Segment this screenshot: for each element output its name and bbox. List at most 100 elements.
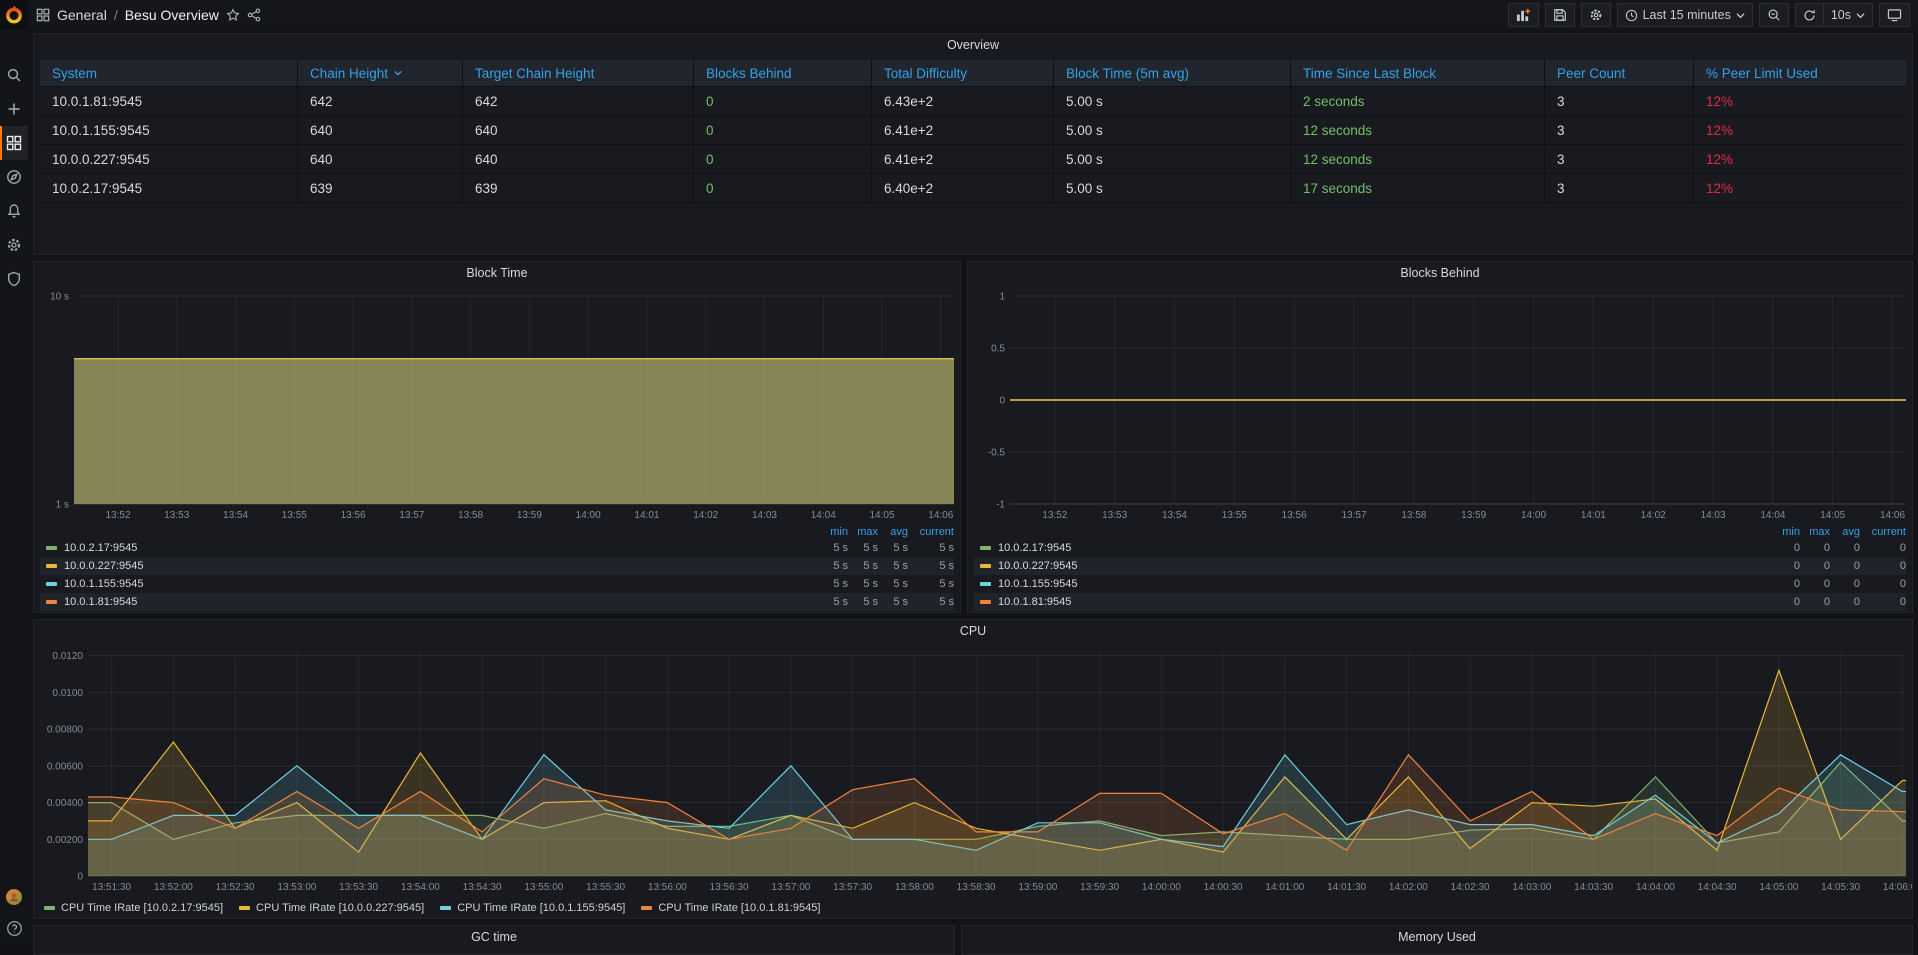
legend-stat-value: 5 s <box>818 596 848 608</box>
svg-text:13:57: 13:57 <box>399 510 424 521</box>
panel-overview-title[interactable]: Overview <box>34 34 1912 56</box>
breadcrumb-dashboard-title[interactable]: Besu Overview <box>125 7 219 23</box>
column-header-system[interactable]: System <box>40 60 298 87</box>
legend-stat-header-min[interactable]: min <box>1770 526 1800 538</box>
sidebar-item-configuration[interactable] <box>0 228 28 262</box>
panel-cpu-title[interactable]: CPU <box>34 620 1912 642</box>
legend-series-10.0.1.81:9545[interactable]: 10.0.1.81:9545 <box>46 596 818 608</box>
svg-text:13:59:30: 13:59:30 <box>1080 882 1119 893</box>
table-cell: 639 <box>463 174 694 203</box>
cycle-view-mode-button[interactable] <box>1879 3 1910 27</box>
legend-stat-value: 5 s <box>908 596 954 608</box>
grafana-logo[interactable] <box>0 0 28 30</box>
time-range-picker[interactable]: Last 15 minutes <box>1617 3 1753 27</box>
save-dashboard-button[interactable] <box>1545 3 1575 27</box>
sidebar-item-server-admin[interactable] <box>0 262 28 296</box>
table-cell: 5.00 s <box>1054 87 1291 116</box>
save-icon <box>1553 8 1567 22</box>
panel-memory-used-title[interactable]: Memory Used <box>962 926 1912 948</box>
legend-item-10.0.1.155:9545[interactable]: CPU Time IRate [10.0.1.155:9545] <box>440 902 625 914</box>
sidebar-item-alerting[interactable] <box>0 194 28 228</box>
svg-text:13:55: 13:55 <box>282 510 307 521</box>
refresh-interval-dropdown[interactable]: 10s <box>1823 3 1873 27</box>
table-cell: 0 <box>694 145 872 174</box>
plus-icon <box>6 101 22 117</box>
cpu-chart[interactable]: 00.002000.004000.006000.008000.01000.012… <box>34 642 1912 899</box>
column-header-peer-count[interactable]: Peer Count <box>1545 60 1694 87</box>
table-cell: 640 <box>463 116 694 145</box>
svg-text:13:57:30: 13:57:30 <box>833 882 872 893</box>
legend-stat-header-max[interactable]: max <box>1800 526 1830 538</box>
block-time-chart[interactable]: 10 s1 s13:5213:5313:5413:5513:5613:5713:… <box>34 284 960 527</box>
share-icon[interactable] <box>247 8 261 22</box>
svg-text:0.00800: 0.00800 <box>47 725 84 736</box>
legend-stat-header-current[interactable]: current <box>908 526 954 538</box>
legend-stat-header-current[interactable]: current <box>1860 526 1906 538</box>
svg-text:0.0100: 0.0100 <box>52 688 83 699</box>
panel-gc-time-title[interactable]: GC time <box>34 926 954 948</box>
zoom-out-button[interactable] <box>1759 3 1789 27</box>
legend-series-10.0.0.227:9545[interactable]: 10.0.0.227:9545 <box>46 560 818 572</box>
settings-gear-icon <box>1589 8 1603 22</box>
legend-stat-value: 0 <box>1830 578 1860 590</box>
legend-item-10.0.1.81:9545[interactable]: CPU Time IRate [10.0.1.81:9545] <box>641 902 820 914</box>
legend-row: 10.0.1.155:95450000 <box>974 575 1906 593</box>
svg-text:13:53:00: 13:53:00 <box>277 882 316 893</box>
legend-series-10.0.2.17:9545[interactable]: 10.0.2.17:9545 <box>46 542 818 554</box>
legend-series-10.0.1.81:9545[interactable]: 10.0.1.81:9545 <box>980 596 1770 608</box>
legend-series-10.0.1.155:9545[interactable]: 10.0.1.155:9545 <box>46 578 818 590</box>
svg-text:14:02:30: 14:02:30 <box>1451 882 1490 893</box>
legend-series-10.0.0.227:9545[interactable]: 10.0.0.227:9545 <box>980 560 1770 572</box>
refresh-picker: 10s <box>1795 3 1873 27</box>
legend-stat-header-avg[interactable]: avg <box>878 526 908 538</box>
svg-text:14:02:00: 14:02:00 <box>1389 882 1428 893</box>
sidebar-item-explore[interactable] <box>0 160 28 194</box>
svg-text:0.0120: 0.0120 <box>52 651 83 662</box>
column-header--peer-limit-used[interactable]: % Peer Limit Used <box>1694 60 1906 87</box>
column-header-blocks-behind[interactable]: Blocks Behind <box>694 60 872 87</box>
legend-item-10.0.0.227:9545[interactable]: CPU Time IRate [10.0.0.227:9545] <box>239 902 424 914</box>
panel-block-time-title[interactable]: Block Time <box>34 262 960 284</box>
series-color-swatch <box>980 564 991 568</box>
sidebar-item-search[interactable] <box>0 58 28 92</box>
column-header-target-chain-height[interactable]: Target Chain Height <box>463 60 694 87</box>
svg-text:13:54: 13:54 <box>1162 510 1187 521</box>
svg-text:14:01: 14:01 <box>1581 510 1606 521</box>
avatar-icon <box>5 888 23 906</box>
svg-text:14:03: 14:03 <box>752 510 777 521</box>
svg-text:13:52: 13:52 <box>105 510 130 521</box>
clock-icon <box>1625 9 1638 22</box>
series-color-swatch <box>46 582 57 586</box>
blocks-behind-chart[interactable]: 10.50-0.5-113:5213:5313:5413:5513:5613:5… <box>968 284 1912 527</box>
legend-series-10.0.2.17:9545[interactable]: 10.0.2.17:9545 <box>980 542 1770 554</box>
sidebar-item-dashboards[interactable] <box>0 126 28 160</box>
column-header-total-difficulty[interactable]: Total Difficulty <box>872 60 1054 87</box>
column-header-chain-height[interactable]: Chain Height <box>298 60 463 87</box>
legend-stat-value: 5 s <box>878 578 908 590</box>
legend-series-10.0.1.155:9545[interactable]: 10.0.1.155:9545 <box>980 578 1770 590</box>
table-cell: 2 seconds <box>1291 87 1545 116</box>
legend-header: minmaxavgcurrent <box>974 524 1906 539</box>
star-icon[interactable] <box>226 8 240 22</box>
user-avatar[interactable] <box>5 888 23 906</box>
legend-row: 10.0.1.81:95455 s5 s5 s5 s <box>40 593 954 611</box>
dashboard-settings-button[interactable] <box>1581 3 1611 27</box>
add-panel-button[interactable] <box>1508 3 1539 27</box>
legend-stat-header-max[interactable]: max <box>848 526 878 538</box>
panel-blocks-behind-title[interactable]: Blocks Behind <box>968 262 1912 284</box>
sidebar-item-create[interactable] <box>0 92 28 126</box>
legend-stat-header-min[interactable]: min <box>818 526 848 538</box>
legend-item-10.0.2.17:9545[interactable]: CPU Time IRate [10.0.2.17:9545] <box>44 902 223 914</box>
svg-text:13:53: 13:53 <box>1102 510 1127 521</box>
svg-text:0.00200: 0.00200 <box>47 835 84 846</box>
refresh-button[interactable] <box>1795 3 1823 27</box>
sidebar-item-help[interactable] <box>6 920 23 937</box>
legend-stat-header-avg[interactable]: avg <box>1830 526 1860 538</box>
svg-text:13:51:30: 13:51:30 <box>92 882 131 893</box>
dashboards-grid-icon <box>6 135 22 151</box>
breadcrumb-folder[interactable]: General <box>57 7 107 23</box>
table-cell: 10.0.2.17:9545 <box>40 174 298 203</box>
svg-text:14:03: 14:03 <box>1701 510 1726 521</box>
column-header-time-since-last-block[interactable]: Time Since Last Block <box>1291 60 1545 87</box>
column-header-block-time-5m-avg-[interactable]: Block Time (5m avg) <box>1054 60 1291 87</box>
